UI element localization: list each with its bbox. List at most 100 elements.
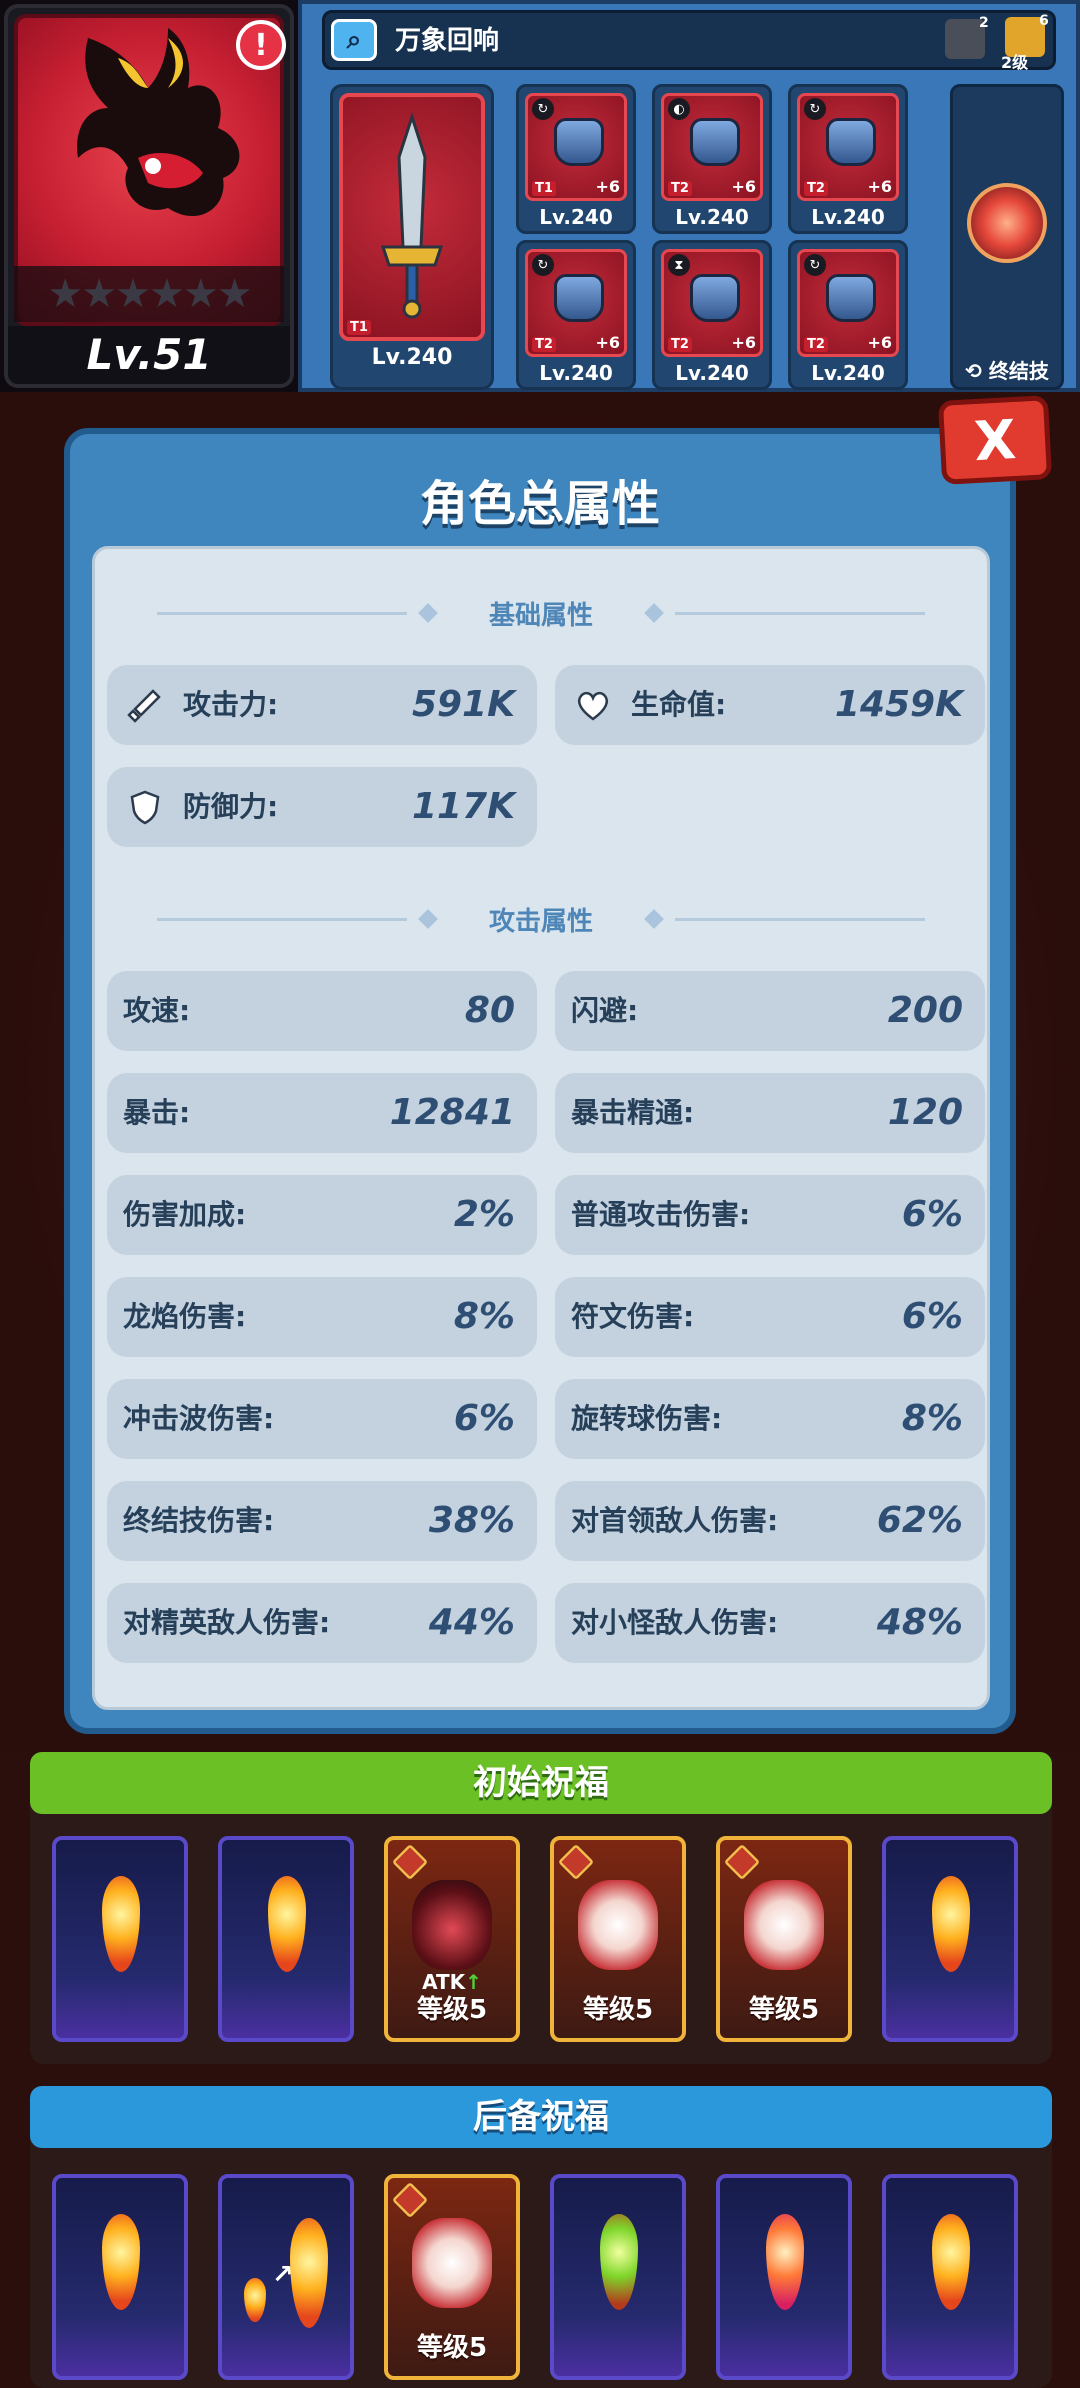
gourd-skill-icon bbox=[578, 1880, 658, 1970]
blessing-card[interactable] bbox=[550, 2174, 686, 2380]
basic-section-title: 基础属性 bbox=[488, 600, 593, 631]
weapon-art: T1 bbox=[339, 93, 485, 341]
gear-plus: +6 bbox=[867, 333, 892, 352]
big-flame-icon bbox=[290, 2218, 328, 2328]
sword-weapon-icon bbox=[380, 112, 444, 319]
gear-tier: T2 bbox=[668, 337, 692, 352]
flame-icon bbox=[102, 2214, 140, 2310]
blessing-card[interactable]: ↗ bbox=[218, 2174, 354, 2380]
stat-rune-damage: 符文伤害: 6% bbox=[555, 1277, 985, 1357]
stat-label: 终结技伤害: bbox=[123, 1504, 275, 1537]
equipment-set-bar[interactable]: ⌕ 万象回响 2 6 2级 bbox=[322, 10, 1056, 72]
gear-level: Lv.240 bbox=[811, 205, 885, 229]
stat-label: 冲击波伤害: bbox=[123, 1402, 275, 1435]
stat-value: 38% bbox=[428, 1500, 515, 1541]
gear-plus: +6 bbox=[731, 333, 756, 352]
sword-icon bbox=[127, 687, 163, 723]
gear-slot-shoulder[interactable]: ↻ T2 +6 Lv.240 bbox=[788, 84, 908, 234]
blessing-card[interactable]: 等级5 bbox=[716, 1836, 852, 2042]
gear-slot-gloves[interactable]: ↻ T2 +6 Lv.240 bbox=[516, 240, 636, 390]
stat-value: 80 bbox=[464, 990, 515, 1031]
attack-section-header: 攻击属性 bbox=[95, 899, 987, 939]
stat-value: 200 bbox=[887, 990, 963, 1031]
stat-label: 伤害加成: bbox=[123, 1198, 247, 1231]
stat-value: 120 bbox=[887, 1092, 963, 1133]
stat-dodge: 闪避: 200 bbox=[555, 971, 985, 1051]
blessing-card[interactable]: 等级5 bbox=[384, 2174, 520, 2380]
flame-icon bbox=[932, 2214, 970, 2310]
stat-value: 6% bbox=[901, 1296, 963, 1337]
alert-badge-icon[interactable]: ! bbox=[236, 20, 286, 70]
stat-label: 攻击力: bbox=[183, 688, 279, 721]
stat-label: 龙焰伤害: bbox=[123, 1300, 247, 1333]
stat-value: 12841 bbox=[389, 1092, 515, 1133]
stat-value: 48% bbox=[876, 1602, 963, 1643]
initial-blessings: 初始祝福 ATK↑ 等级5 等级5 等级5 bbox=[30, 1752, 1052, 2064]
stat-spin-ball-damage: 旋转球伤害: 8% bbox=[555, 1379, 985, 1459]
gear-level: Lv.240 bbox=[539, 205, 613, 229]
gear-plus: +6 bbox=[731, 177, 756, 196]
ultimate-skill-slot[interactable]: ⟲ 终结技 bbox=[950, 84, 1064, 390]
close-button[interactable]: X bbox=[937, 395, 1053, 485]
gear-slot-necklace[interactable]: ↻ T2 +6 Lv.240 bbox=[788, 240, 908, 390]
attack-section-title: 攻击属性 bbox=[488, 906, 593, 937]
gear-level: Lv.240 bbox=[675, 361, 749, 385]
hourglass-icon: ⧗ bbox=[668, 254, 690, 276]
flame-icon bbox=[102, 1876, 140, 1972]
blessing-card[interactable] bbox=[218, 1836, 354, 2042]
gear-level: Lv.240 bbox=[811, 361, 885, 385]
reserve-blessings-title: 后备祝福 bbox=[30, 2086, 1052, 2148]
stat-value: 6% bbox=[901, 1194, 963, 1235]
stat-label: 对精英敌人伤害: bbox=[123, 1606, 331, 1639]
gear-slot-armor[interactable]: ◐ T2 +6 Lv.240 bbox=[652, 84, 772, 234]
stat-crit: 暴击: 12841 bbox=[107, 1073, 537, 1153]
blessing-card[interactable] bbox=[52, 2174, 188, 2380]
rank-badge-icon bbox=[391, 1843, 429, 1881]
gear-art: ↻ T2 +6 bbox=[797, 93, 899, 201]
stat-label: 旋转球伤害: bbox=[571, 1402, 723, 1435]
gear-art: ↻ T2 +6 bbox=[797, 249, 899, 357]
flame-icon bbox=[268, 1876, 306, 1972]
gear-tier: T2 bbox=[668, 181, 692, 196]
blessing-level: 等级5 bbox=[416, 2333, 488, 2363]
gear-slot-helmet[interactable]: ↻ T1 +6 Lv.240 bbox=[516, 84, 636, 234]
gear-slot-boots[interactable]: ⧗ T2 +6 Lv.240 bbox=[652, 240, 772, 390]
ultimate-label-text: 终结技 bbox=[988, 359, 1049, 383]
blessing-card[interactable]: ATK↑ 等级5 bbox=[384, 1836, 520, 2042]
blessing-card[interactable]: 等级5 bbox=[550, 1836, 686, 2042]
attributes-panel: 基础属性 攻击力: 591K 生命值: 1459K 防御力: 117K 攻击属性… bbox=[92, 546, 990, 1710]
stat-label: 对小怪敌人伤害: bbox=[571, 1606, 779, 1639]
weapon-level: Lv.240 bbox=[371, 345, 453, 370]
weapon-slot[interactable]: T1 Lv.240 bbox=[330, 84, 494, 390]
rank-badge-icon bbox=[557, 1843, 595, 1881]
gear-tier: T2 bbox=[804, 181, 828, 196]
set-bonus-gold-count: 6 bbox=[1039, 13, 1049, 29]
gear-art: ↻ T1 +6 bbox=[525, 93, 627, 201]
stat-damage-bonus: 伤害加成: 2% bbox=[107, 1175, 537, 1255]
helmet-icon bbox=[554, 118, 604, 166]
stat-value: 44% bbox=[428, 1602, 515, 1643]
stat-normal-attack-damage: 普通攻击伤害: 6% bbox=[555, 1175, 985, 1255]
search-icon[interactable]: ⌕ bbox=[331, 19, 377, 61]
blessing-card[interactable] bbox=[882, 2174, 1018, 2380]
gear-badge-icon: ↻ bbox=[532, 254, 554, 276]
stat-value: 6% bbox=[453, 1398, 515, 1439]
rank-badge-icon bbox=[391, 2181, 429, 2219]
stat-value: 2% bbox=[453, 1194, 515, 1235]
blessing-card[interactable] bbox=[882, 1836, 1018, 2042]
hero-card[interactable]: ★★★★★★ ! Lv.51 bbox=[4, 4, 294, 388]
boots-icon bbox=[690, 274, 740, 322]
stat-value: 1459K bbox=[834, 684, 963, 725]
blessing-card[interactable] bbox=[716, 2174, 852, 2380]
reserve-blessings: 后备祝福 ↗ 等级5 bbox=[30, 2086, 1052, 2388]
stat-minion-damage: 对小怪敌人伤害: 48% bbox=[555, 1583, 985, 1663]
gear-badge-icon: ↻ bbox=[804, 98, 826, 120]
blade-skill-icon bbox=[412, 2218, 492, 2308]
stat-shockwave-damage: 冲击波伤害: 6% bbox=[107, 1379, 537, 1459]
stat-boss-damage: 对首领敌人伤害: 62% bbox=[555, 1481, 985, 1561]
divider bbox=[675, 917, 925, 921]
gloves-icon bbox=[554, 274, 604, 322]
gear-plus: +6 bbox=[867, 177, 892, 196]
stat-label: 暴击精通: bbox=[571, 1096, 695, 1129]
blessing-card[interactable] bbox=[52, 1836, 188, 2042]
